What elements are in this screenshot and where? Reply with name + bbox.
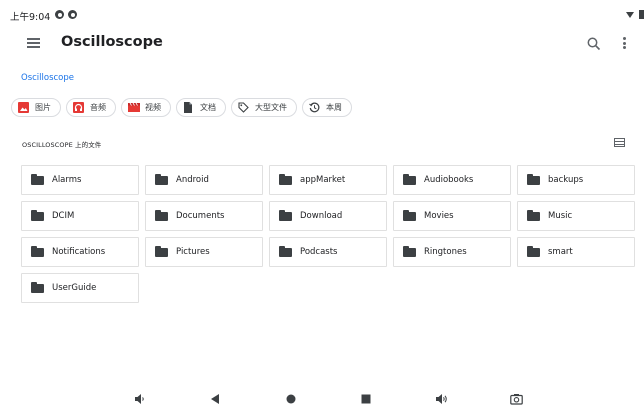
image-icon bbox=[18, 102, 29, 113]
section-title: OSCILLOSCOPE 上的文件 bbox=[22, 141, 102, 149]
folder-item[interactable]: Pictures bbox=[145, 237, 263, 267]
folder-name: appMarket bbox=[300, 175, 346, 185]
folder-name: DCIM bbox=[52, 211, 75, 221]
notification-icon bbox=[68, 10, 77, 19]
recents-icon[interactable] bbox=[360, 390, 372, 409]
screenshot-icon[interactable] bbox=[510, 390, 523, 409]
folder-icon bbox=[155, 210, 168, 221]
folder-icon bbox=[155, 246, 168, 257]
folder-name: Music bbox=[548, 211, 573, 221]
wifi-icon bbox=[626, 12, 634, 18]
folder-icon bbox=[31, 174, 44, 185]
document-icon bbox=[183, 102, 194, 113]
folder-name: Alarms bbox=[52, 175, 82, 185]
folder-name: Movies bbox=[424, 211, 454, 221]
home-icon[interactable] bbox=[285, 390, 297, 409]
back-icon[interactable] bbox=[209, 390, 221, 409]
folder-name: UserGuide bbox=[52, 283, 97, 293]
folder-item[interactable]: Movies bbox=[393, 201, 511, 231]
chip-label: 视频 bbox=[145, 103, 161, 112]
chip-label: 本周 bbox=[326, 103, 342, 112]
notification-icon bbox=[55, 10, 64, 19]
folder-item[interactable]: smart bbox=[517, 237, 635, 267]
folder-icon bbox=[403, 246, 416, 257]
folder-icon bbox=[527, 174, 540, 185]
folder-item[interactable]: Music bbox=[517, 201, 635, 231]
folder-item[interactable]: Podcasts bbox=[269, 237, 387, 267]
folder-icon bbox=[279, 246, 292, 257]
folder-item[interactable]: Ringtones bbox=[393, 237, 511, 267]
folder-name: backups bbox=[548, 175, 584, 185]
chip-audio[interactable]: 音频 bbox=[66, 98, 116, 117]
folder-icon bbox=[279, 174, 292, 185]
chip-label: 文档 bbox=[200, 103, 216, 112]
folder-icon bbox=[527, 210, 540, 221]
status-bar: 上午9:04 bbox=[0, 0, 644, 23]
folder-item[interactable]: Download bbox=[269, 201, 387, 231]
folder-name: smart bbox=[548, 247, 573, 257]
folder-item[interactable]: Android bbox=[145, 165, 263, 195]
folder-name: Podcasts bbox=[300, 247, 338, 257]
history-icon bbox=[309, 102, 320, 113]
folder-icon bbox=[403, 174, 416, 185]
folder-item[interactable]: Alarms bbox=[21, 165, 139, 195]
folder-item[interactable]: backups bbox=[517, 165, 635, 195]
folder-name: Ringtones bbox=[424, 247, 467, 257]
audio-icon bbox=[73, 102, 84, 113]
folder-item[interactable]: Audiobooks bbox=[393, 165, 511, 195]
list-view-icon[interactable] bbox=[614, 138, 625, 147]
folder-item[interactable]: appMarket bbox=[269, 165, 387, 195]
search-icon[interactable] bbox=[587, 36, 601, 51]
system-nav-bar bbox=[0, 382, 644, 406]
video-icon bbox=[128, 102, 140, 113]
folder-name: Documents bbox=[176, 211, 225, 221]
folder-item[interactable]: DCIM bbox=[21, 201, 139, 231]
folder-icon bbox=[31, 210, 44, 221]
folder-name: Notifications bbox=[52, 247, 106, 257]
folder-icon bbox=[31, 282, 44, 293]
breadcrumb[interactable]: Oscilloscope bbox=[21, 73, 74, 83]
folder-icon bbox=[403, 210, 416, 221]
folder-name: Audiobooks bbox=[424, 175, 474, 185]
chip-label: 图片 bbox=[35, 103, 51, 112]
folder-icon bbox=[279, 210, 292, 221]
volume-up-icon[interactable] bbox=[435, 390, 449, 409]
chip-large-files[interactable]: 大型文件 bbox=[231, 98, 297, 117]
folder-name: Pictures bbox=[176, 247, 210, 257]
folder-item[interactable]: Documents bbox=[145, 201, 263, 231]
chip-label: 音频 bbox=[90, 103, 106, 112]
battery-icon bbox=[639, 10, 644, 19]
folder-item[interactable]: Notifications bbox=[21, 237, 139, 267]
folder-name: Download bbox=[300, 211, 343, 221]
chip-video[interactable]: 视频 bbox=[121, 98, 171, 117]
folder-icon bbox=[155, 174, 168, 185]
folder-icon bbox=[31, 246, 44, 257]
folder-icon bbox=[527, 246, 540, 257]
chip-documents[interactable]: 文档 bbox=[176, 98, 226, 117]
status-time: 上午9:04 bbox=[10, 12, 51, 23]
folder-item[interactable]: UserGuide bbox=[21, 273, 139, 303]
folder-name: Android bbox=[176, 175, 209, 185]
chip-label: 大型文件 bbox=[255, 103, 287, 112]
chip-images[interactable]: 图片 bbox=[11, 98, 61, 117]
more-vert-icon[interactable] bbox=[621, 36, 627, 50]
tag-icon bbox=[238, 102, 249, 113]
hamburger-menu-icon[interactable] bbox=[27, 38, 40, 48]
volume-down-icon[interactable] bbox=[134, 390, 146, 409]
chip-this-week[interactable]: 本周 bbox=[302, 98, 352, 117]
page-title: Oscilloscope bbox=[61, 34, 163, 50]
